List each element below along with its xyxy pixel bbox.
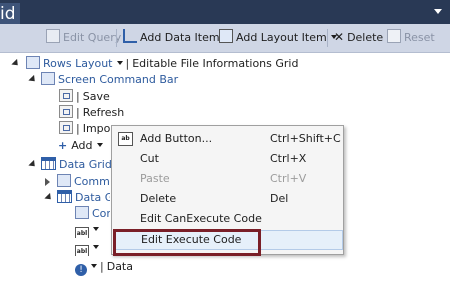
label-icon: abl (75, 227, 89, 238)
tree-add-button[interactable]: + Add (58, 138, 103, 154)
menu-item-add-button[interactable]: ab Add Button... Ctrl+Shift+C (114, 129, 341, 149)
add-data-item-icon (123, 29, 137, 43)
expand-icon[interactable] (44, 192, 54, 203)
tree-row-data-grid-row[interactable]: Data Grid Row (43, 190, 110, 206)
edit-query-icon (46, 29, 60, 43)
expand-icon[interactable] (11, 58, 21, 69)
dropdown-arrow-icon[interactable] (434, 9, 442, 14)
menu-item-edit-canexecute-code[interactable]: Edit CanExecute Code (114, 209, 341, 229)
reset-button[interactable]: Reset (387, 29, 435, 46)
expand-icon[interactable] (28, 74, 38, 85)
chevron-down-icon[interactable] (116, 61, 123, 65)
chevron-down-icon (93, 245, 99, 249)
chevron-down-icon (96, 143, 103, 147)
data-grid-row-icon (57, 190, 72, 203)
toolbar-separator (116, 29, 117, 47)
highlight-annotation (113, 229, 261, 256)
add-button-icon: ab (118, 132, 133, 146)
expand-icon[interactable] (28, 159, 38, 170)
command-bar-icon (57, 174, 71, 187)
title-bar: id (0, 0, 450, 27)
menu-item-delete[interactable]: Delete Del (114, 189, 341, 209)
tree-row-command-bar[interactable]: Command Bar (43, 174, 110, 190)
tree-row-rows-layout[interactable]: Rows Layout | Editable File Informations G… (10, 56, 298, 72)
label-icon: abl (75, 245, 89, 256)
rows-layout-icon (26, 56, 40, 69)
tree-row-data-grid[interactable]: Data Grid (27, 157, 112, 173)
delete-button[interactable]: ✕ Delete (334, 29, 383, 46)
collapse-icon[interactable] (45, 178, 50, 186)
command-bar-icon (41, 72, 55, 85)
tree-row-import-file[interactable]: |Import File (59, 121, 115, 137)
button-icon (59, 105, 73, 118)
add-data-item-button[interactable]: Add Data Item... (123, 29, 230, 46)
edit-query-button[interactable]: Edit Query (46, 29, 121, 46)
tree-row-label-2[interactable]: abl (75, 240, 110, 256)
tree-row-label-1[interactable]: abl (75, 222, 110, 238)
info-icon: ! (75, 264, 87, 276)
tree-row-com[interactable]: Com (75, 206, 110, 222)
button-icon (59, 89, 73, 102)
designer-toolbar: Edit Query Add Data Item... Add Layout I… (0, 24, 450, 53)
button-icon (59, 121, 73, 134)
data-grid-icon (41, 157, 56, 170)
close-icon: ✕ (334, 30, 345, 44)
tree-row-data[interactable]: ! | Data (75, 259, 133, 276)
chevron-down-icon (91, 264, 97, 268)
add-layout-item-icon (219, 29, 233, 43)
toolbar-separator (327, 29, 328, 47)
plus-icon: + (58, 139, 68, 152)
menu-item-paste[interactable]: Paste Ctrl+V (114, 169, 341, 189)
tree-row-refresh[interactable]: | Refresh (59, 105, 124, 121)
tree-row-save[interactable]: | Save (59, 89, 110, 105)
reset-icon (387, 29, 401, 43)
tree-row-screen-command-bar[interactable]: Screen Command Bar (27, 72, 178, 88)
add-layout-item-button[interactable]: Add Layout Item (219, 29, 337, 46)
menu-item-cut[interactable]: Cut Ctrl+X (114, 149, 341, 169)
chevron-down-icon (93, 227, 99, 231)
command-icon (75, 206, 89, 219)
